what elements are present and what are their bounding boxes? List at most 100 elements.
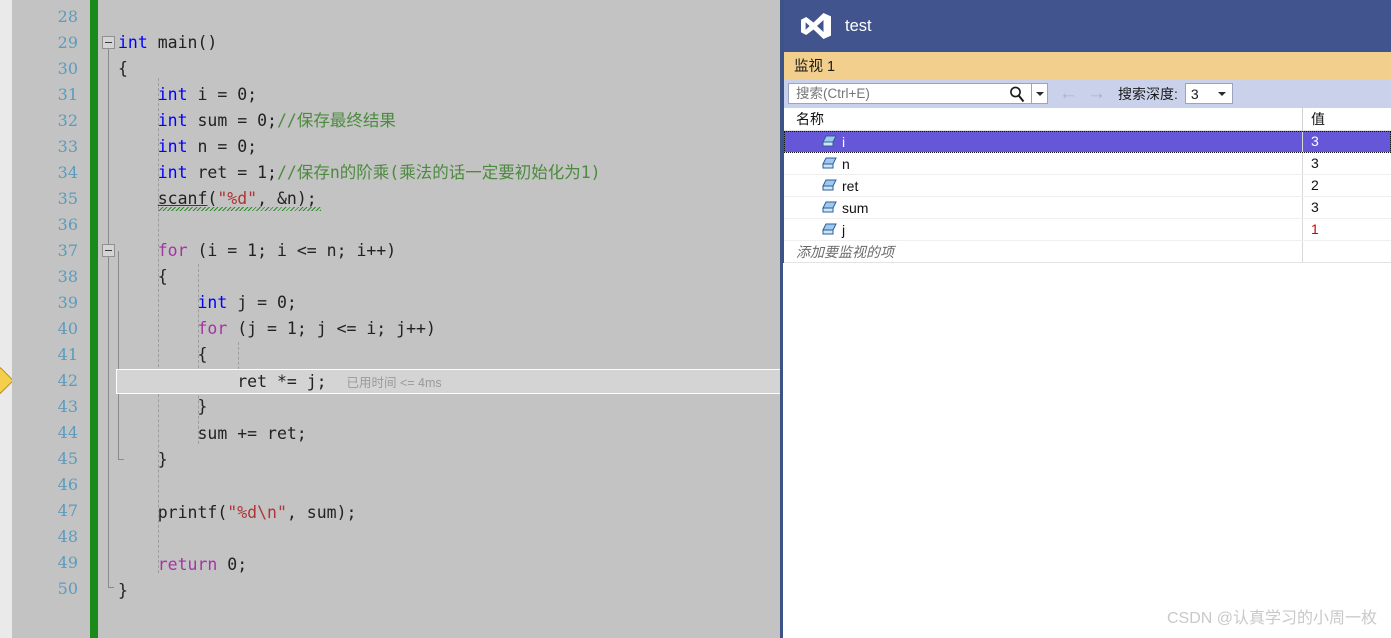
code-line-29[interactable]: int main() xyxy=(118,30,780,56)
line-number-49: 49 xyxy=(57,553,78,572)
line-number-30: 30 xyxy=(57,59,78,78)
search-depth-select[interactable]: 3 xyxy=(1184,83,1233,104)
outline-foot-main xyxy=(108,587,114,588)
search-icon[interactable] xyxy=(1009,86,1025,103)
line-number-31: 31 xyxy=(57,85,78,104)
watch-add-item-placeholder: 添加要监视的项 xyxy=(796,243,894,260)
csdn-watermark: CSDN @认真学习的小周一枚 xyxy=(1166,610,1377,627)
search-options-dropdown[interactable] xyxy=(1032,83,1048,104)
watch-variable-value: 3 xyxy=(1311,155,1319,171)
watch-table-header: 名称 值 xyxy=(784,108,1391,131)
code-line-32[interactable]: int sum = 0;//保存最终结果 xyxy=(118,108,780,134)
watch-toolbar[interactable]: ← → 搜索深度: 3 xyxy=(784,79,1391,108)
table-row[interactable]: sum 3 xyxy=(784,197,1391,219)
cube-icon xyxy=(822,201,837,213)
watch-tab-strip[interactable]: 监视 1 xyxy=(784,52,1391,79)
search-depth-label: 搜索深度: xyxy=(1118,85,1178,102)
code-line-39[interactable]: int j = 0; xyxy=(118,290,780,316)
code-line-45[interactable]: } xyxy=(118,447,780,473)
watch-title-bar[interactable]: test xyxy=(784,0,1391,52)
line-number-gutter: 28 29 30 31 32 33 34 35 36 37 38 39 40 41 42 43 44 45 46 47… xyxy=(12,0,90,638)
code-line-33[interactable]: int n = 0; xyxy=(118,134,780,160)
search-box[interactable] xyxy=(788,83,1032,104)
line-number-48: 48 xyxy=(57,527,78,546)
line-number-28: 28 xyxy=(57,7,78,26)
line-number-43: 43 xyxy=(57,397,78,416)
code-line-31[interactable]: int i = 0; xyxy=(118,82,780,108)
code-line-42[interactable]: ret *= j; 已用时间 <= 4ms xyxy=(118,369,780,395)
line-number-35: 35 xyxy=(57,189,78,208)
watch-variable-value: 3 xyxy=(1311,133,1319,149)
watch-window[interactable]: test 监视 1 ← → 搜索深度: 3 xyxy=(783,0,1391,263)
code-line-44[interactable]: sum += ret; xyxy=(118,421,780,447)
watch-row-value-cell[interactable]: 1 xyxy=(1303,219,1391,240)
search-depth-value: 3 xyxy=(1190,85,1199,102)
watch-table-body: i 3 n 3 ret 2 sum 3 j 1 添加要监视的项 xyxy=(784,131,1391,263)
line-number-33: 33 xyxy=(57,137,78,156)
table-row[interactable]: j 1 xyxy=(784,219,1391,241)
table-row[interactable]: n 3 xyxy=(784,153,1391,175)
code-line-35[interactable]: scanf("%d", &n); xyxy=(118,186,780,212)
line-number-32: 32 xyxy=(57,111,78,130)
cube-icon xyxy=(822,179,837,191)
code-line-41[interactable]: { xyxy=(118,342,780,368)
code-text-area[interactable]: int main() { int i = 0; int sum = 0;//保存… xyxy=(116,0,780,638)
watch-row-value-cell[interactable]: 3 xyxy=(1303,131,1391,152)
code-line-30[interactable]: { xyxy=(118,56,780,82)
code-editor[interactable]: 28 29 30 31 32 33 34 35 36 37 38 39 40 41 42 43 44 45 46 47… xyxy=(0,0,783,638)
line-number-45: 45 xyxy=(57,449,78,468)
watch-window-title: test xyxy=(845,16,872,35)
code-line-36[interactable] xyxy=(118,212,780,238)
watch-row-value-cell[interactable]: 3 xyxy=(1303,153,1391,174)
code-line-43[interactable]: } xyxy=(118,394,780,420)
watch-variable-name: j xyxy=(842,221,846,238)
code-line-49[interactable]: return 0; xyxy=(118,552,780,578)
arrow-left-icon[interactable]: ← xyxy=(1059,84,1078,103)
line-number-47: 47 xyxy=(57,501,78,520)
watch-variable-name: n xyxy=(842,155,850,172)
watch-row-value-cell[interactable]: 3 xyxy=(1303,197,1391,218)
editor-indicator-margin[interactable] xyxy=(0,0,14,638)
code-line-50[interactable]: } xyxy=(118,578,780,604)
watch-row-name-cell[interactable]: j xyxy=(784,219,1303,240)
watch-variable-value: 2 xyxy=(1311,177,1319,193)
code-line-46[interactable] xyxy=(118,473,780,499)
outlining-column[interactable] xyxy=(100,0,124,638)
watch-row-name-cell[interactable]: ret xyxy=(784,175,1303,196)
watch-add-item-cell[interactable]: 添加要监视的项 xyxy=(784,241,1303,262)
code-line-34[interactable]: int ret = 1;//保存n的阶乘(乘法的话一定要初始化为1) xyxy=(118,160,780,186)
search-input[interactable] xyxy=(794,85,998,102)
watch-row-name-cell[interactable]: sum xyxy=(784,197,1303,218)
tab-watch-1[interactable]: 监视 1 xyxy=(790,55,839,76)
line-number-29: 29 xyxy=(57,33,78,52)
code-line-28[interactable] xyxy=(118,4,780,30)
changed-lines-bar xyxy=(90,0,98,638)
watch-variable-value: 1 xyxy=(1311,221,1319,237)
outline-collapse-for-outer[interactable] xyxy=(102,244,115,257)
table-row[interactable]: i 3 xyxy=(784,131,1391,153)
outline-collapse-main[interactable] xyxy=(102,36,115,49)
line-number-46: 46 xyxy=(57,475,78,494)
code-line-38[interactable]: { xyxy=(118,264,780,290)
watch-variable-name: ret xyxy=(842,177,859,194)
watch-variable-value: 3 xyxy=(1311,199,1319,215)
watch-add-item-value-cell[interactable] xyxy=(1303,241,1391,262)
table-row[interactable]: ret 2 xyxy=(784,175,1391,197)
line-number-42: 42 xyxy=(57,371,78,390)
watch-row-name-cell[interactable]: i xyxy=(784,131,1303,152)
code-line-47[interactable]: printf("%d\n", sum); xyxy=(118,500,780,526)
column-header-name[interactable]: 名称 xyxy=(784,108,1303,130)
watch-row-value-cell[interactable]: 2 xyxy=(1303,175,1391,196)
code-line-37[interactable]: for (i = 1; i <= n; i++) xyxy=(118,238,780,264)
watch-row-name-cell[interactable]: n xyxy=(784,153,1303,174)
code-line-48[interactable] xyxy=(118,526,780,552)
code-line-40[interactable]: for (j = 1; j <= i; j++) xyxy=(118,316,780,342)
line-number-50: 50 xyxy=(57,579,78,598)
column-header-value[interactable]: 值 xyxy=(1303,108,1391,130)
cube-icon xyxy=(822,223,837,235)
watch-variable-name: sum xyxy=(842,199,869,216)
line-number-39: 39 xyxy=(57,293,78,312)
watch-add-item-row[interactable]: 添加要监视的项 xyxy=(784,241,1391,263)
line-number-40: 40 xyxy=(57,319,78,338)
arrow-right-icon[interactable]: → xyxy=(1087,84,1106,103)
